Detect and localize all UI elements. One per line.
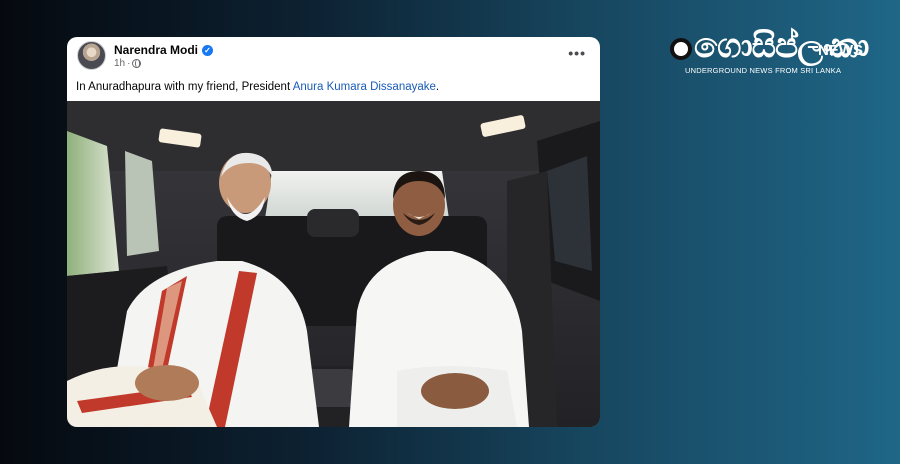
post-text: In Anuradhapura with my friend, Presiden… bbox=[76, 81, 439, 93]
globe-icon bbox=[132, 59, 142, 68]
facebook-post-card: Narendra Modi ✓ 1h · ••• In Anuradhapura… bbox=[67, 37, 600, 427]
post-text-suffix: . bbox=[435, 81, 440, 93]
gossip-lanka-news-logo: ගොසිප්ලංකා NEWS UNDERGROUND NEWS FROM SR… bbox=[668, 26, 869, 78]
post-timestamp[interactable]: 1h bbox=[114, 58, 125, 69]
post-header: Narendra Modi ✓ 1h · ••• bbox=[77, 41, 590, 73]
author-name[interactable]: Narendra Modi bbox=[114, 43, 198, 57]
logo-tagline: UNDERGROUND NEWS FROM SRI LANKA bbox=[685, 66, 842, 75]
author-row: Narendra Modi ✓ bbox=[114, 43, 214, 57]
logo-news-text: NEWS bbox=[818, 42, 863, 59]
logo-eye-icon bbox=[670, 38, 692, 60]
post-meta: 1h · bbox=[114, 58, 142, 69]
post-photo[interactable] bbox=[67, 101, 600, 427]
mention-link[interactable]: Anura Kumara Dissanayake bbox=[293, 81, 436, 93]
more-options-icon[interactable]: ••• bbox=[568, 45, 586, 61]
meta-separator: · bbox=[127, 58, 131, 69]
post-text-prefix: In Anuradhapura with my friend, Presiden… bbox=[76, 81, 293, 93]
author-avatar[interactable] bbox=[77, 41, 106, 70]
verified-badge-icon: ✓ bbox=[202, 44, 214, 56]
car-interior-photo bbox=[67, 101, 600, 427]
